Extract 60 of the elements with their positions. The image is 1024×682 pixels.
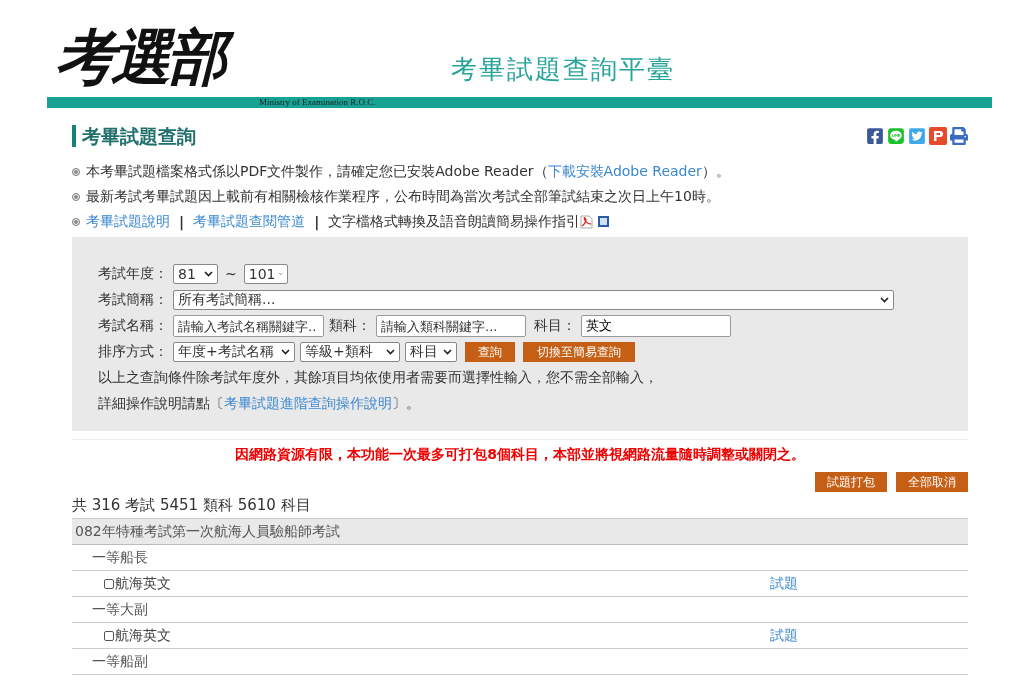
notice-text: ）。	[701, 162, 730, 181]
field-label: 排序方式：	[98, 343, 168, 361]
page-title: 考畢試題查詢	[72, 125, 196, 147]
pdf-file-icon[interactable]	[580, 214, 594, 229]
sort-select[interactable]: 年度+考試名稱	[173, 342, 295, 362]
subject-name: 航海英文	[115, 626, 171, 645]
caret-icon	[880, 297, 889, 303]
exam-paper-link[interactable]: 試題	[770, 574, 798, 591]
document-file-icon[interactable]	[597, 215, 611, 228]
warning-text: 因網路資源有限，本功能一次最多可打包8個科目，本部並將視網路流量隨時調整或關閉之。	[72, 439, 968, 464]
exam-row: 082年特種考試第一次航海人員驗船師考試	[72, 518, 968, 545]
text-link[interactable]: 考畢試題進階查詢操作說明	[224, 395, 392, 413]
caret-icon	[443, 349, 452, 355]
checkbox[interactable]	[104, 630, 114, 641]
range-separator: ~	[225, 266, 237, 282]
year-from-select[interactable]: 81	[173, 264, 218, 284]
field-label: 類科：	[329, 317, 371, 335]
notice-text: 最新考試考畢試題因上載前有相關檢核作業程序，公布時間為當次考試全部筆試結束之次日上午10時。	[86, 187, 720, 206]
caret-icon	[386, 349, 395, 355]
sort-select[interactable]: 科目	[405, 342, 457, 362]
result-summary: 共 316 考試 5451 類科 5610 科目	[72, 496, 312, 516]
text-link[interactable]: 考畢試題說明	[86, 212, 170, 231]
category-row: 一等船副	[72, 649, 968, 675]
category-row: 一等船長	[72, 545, 968, 571]
field-label: 考試名稱：	[98, 317, 168, 335]
year-to-select[interactable]: 101	[243, 264, 288, 284]
checkbox[interactable]	[104, 578, 114, 589]
exam-paper-link[interactable]: 試題	[770, 626, 798, 643]
ministry-logo: 考選部	[55, 27, 255, 87]
caret-icon	[281, 349, 290, 355]
search-button[interactable]: 查詢	[465, 342, 515, 362]
text-link[interactable]: 下載安裝Adobe Reader	[547, 162, 702, 181]
text-link[interactable]: 考畢試題查閱管道	[193, 212, 306, 231]
notice-text: 文字檔格式轉換及語音朗讀簡易操作指引	[328, 212, 581, 231]
exam-abbreviation-select[interactable]: 所有考試簡稱...	[173, 290, 894, 310]
exam-name-field[interactable]: 請輸入考試名稱關鍵字..	[173, 315, 324, 337]
facebook-share-icon[interactable]	[866, 127, 884, 145]
detail-text: 〕。	[392, 395, 420, 413]
field-label: 考試年度：	[98, 265, 168, 283]
separator: |	[314, 213, 320, 230]
package-button[interactable]: 試題打包	[815, 472, 887, 492]
subject-name: 航海英文	[115, 574, 171, 593]
logo-subtitle: Ministry of Examination R.O.C.	[259, 98, 376, 107]
field-label: 考試簡稱：	[98, 291, 168, 309]
twitter-share-icon[interactable]	[908, 127, 926, 145]
print-icon[interactable]	[950, 127, 968, 145]
category-row: 一等大副	[72, 597, 968, 623]
notice-text: 本考畢試題檔案格式係以PDF文件製作，請確定您已安裝Adobe Reader（	[86, 162, 548, 181]
detail-text: 詳細操作說明請點〔	[98, 395, 224, 413]
hint-text: 以上之查詢條件除考試年度外，其餘項目均依使用者需要而選擇性輸入，您不需全部輸入，	[98, 368, 659, 387]
cancel-all-button[interactable]: 全部取消	[896, 472, 968, 492]
category-field[interactable]: 請輸入類科關鍵字...	[376, 315, 526, 337]
field-label: 科目：	[534, 317, 576, 335]
sort-select[interactable]: 等級+類科	[300, 342, 400, 362]
site-title: 考畢試題查詢平臺	[451, 53, 675, 86]
caret-icon	[204, 271, 213, 277]
separator: |	[179, 213, 185, 230]
plurk-share-icon[interactable]	[929, 127, 947, 145]
subject-field[interactable]: 英文	[581, 315, 731, 337]
switch-mode-button[interactable]: 切換至簡易查詢	[523, 342, 635, 362]
